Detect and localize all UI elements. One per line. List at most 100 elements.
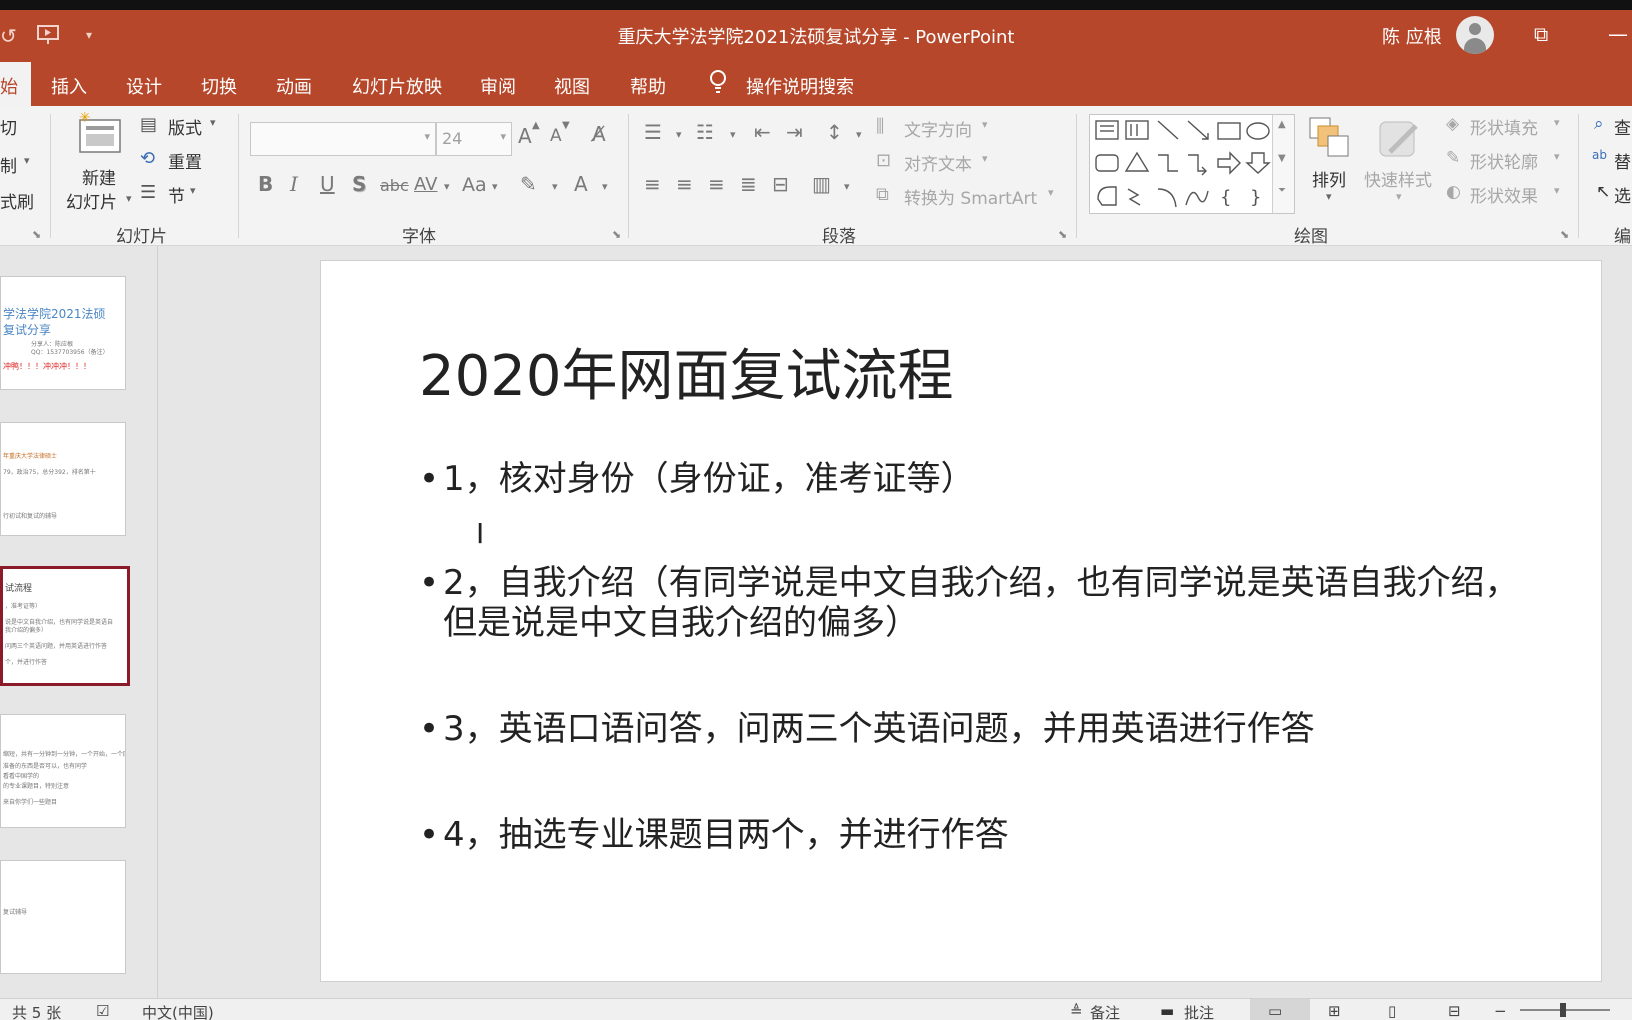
shape-fill-button[interactable]: 形状填充: [1470, 114, 1538, 139]
layout-button[interactable]: 版式: [168, 114, 202, 139]
cut-button[interactable]: 切: [0, 114, 17, 139]
convert-smartart-dropdown-icon[interactable]: ▾: [1048, 186, 1054, 199]
numbering-dropdown-icon[interactable]: ▾: [730, 128, 736, 141]
tab-review[interactable]: 审阅: [480, 73, 516, 99]
gallery-more-icon[interactable]: ⏷: [1278, 185, 1286, 196]
notes-icon[interactable]: ≜: [1070, 1002, 1083, 1020]
new-slide-dropdown-icon[interactable]: ▾: [126, 192, 132, 205]
paragraph-launcher-icon[interactable]: ⬊: [1058, 228, 1067, 241]
columns-icon[interactable]: ▥: [812, 172, 831, 196]
tab-design[interactable]: 设计: [126, 73, 162, 99]
grow-font-button[interactable]: A: [518, 124, 532, 148]
quick-styles-dropdown-icon[interactable]: ▾: [1396, 190, 1402, 203]
clear-formatting-icon[interactable]: A̸: [592, 122, 606, 146]
drawing-launcher-icon[interactable]: ⬊: [1560, 228, 1569, 241]
tab-transitions[interactable]: 切换: [201, 73, 237, 99]
arrange-dropdown-icon[interactable]: ▾: [1326, 190, 1332, 203]
bold-button[interactable]: B: [258, 172, 273, 196]
font-name-combo[interactable]: ▾: [250, 122, 436, 156]
new-slide-icon[interactable]: ✳: [76, 110, 124, 156]
gallery-down-icon[interactable]: ▼: [1278, 153, 1286, 164]
shrink-font-button[interactable]: A: [550, 126, 562, 146]
text-direction-dropdown-icon[interactable]: ▾: [982, 118, 988, 131]
arrange-button[interactable]: 排列: [1312, 166, 1346, 191]
new-slide-label-2[interactable]: 幻灯片: [66, 188, 117, 213]
replace-button[interactable]: 替: [1614, 148, 1631, 173]
line-spacing-dropdown-icon[interactable]: ▾: [856, 128, 862, 141]
gallery-up-icon[interactable]: ▲: [1278, 119, 1286, 130]
select-icon[interactable]: ↖: [1596, 182, 1610, 202]
user-name[interactable]: 陈 应根: [1382, 23, 1442, 49]
avatar[interactable]: [1456, 16, 1494, 54]
distributed-icon[interactable]: ⊟: [772, 172, 789, 196]
shapes-gallery[interactable]: { } ▲ ▼ ⏷: [1089, 114, 1295, 214]
align-text-button[interactable]: 对齐文本: [904, 150, 972, 175]
font-size-dropdown-icon[interactable]: ▾: [500, 130, 506, 143]
tab-home[interactable]: 始: [0, 62, 31, 106]
underline-button[interactable]: U: [320, 172, 335, 196]
slide-thumbnail-pane[interactable]: 学法学院2021法硕 复试分享 分享人：陈应根 QQ：1537703956（备注…: [0, 246, 158, 998]
shapes-gallery-scroll[interactable]: ▲ ▼ ⏷: [1272, 115, 1294, 213]
find-button[interactable]: 查: [1614, 114, 1631, 139]
slide-thumbnail-4[interactable]: 缩短，共有一分钟到一分钟，一个开始，一个回顾 准备的东西是否可以，也有同学 看看…: [0, 714, 126, 828]
bullets-icon[interactable]: ☰: [644, 120, 662, 144]
zoom-slider-thumb[interactable]: [1560, 1003, 1566, 1017]
clipboard-launcher-icon[interactable]: ⬊: [32, 228, 41, 241]
increase-indent-icon[interactable]: ⇥: [786, 120, 803, 144]
slideshow-view-icon[interactable]: ⊟: [1448, 1002, 1461, 1020]
select-button[interactable]: 选: [1614, 182, 1631, 207]
align-right-icon[interactable]: ≡: [708, 172, 725, 196]
highlight-icon[interactable]: ✎: [520, 172, 537, 196]
character-spacing-dropdown-icon[interactable]: ▾: [444, 180, 450, 193]
shape-fill-dropdown-icon[interactable]: ▾: [1554, 116, 1560, 129]
shape-outline-dropdown-icon[interactable]: ▾: [1554, 150, 1560, 163]
highlight-dropdown-icon[interactable]: ▾: [552, 180, 558, 193]
layout-dropdown-icon[interactable]: ▾: [210, 116, 216, 129]
accessibility-icon[interactable]: ☑: [96, 1002, 109, 1020]
character-spacing-button[interactable]: AV: [414, 174, 437, 195]
tab-animations[interactable]: 动画: [276, 73, 312, 99]
shape-outline-button[interactable]: 形状轮廓: [1470, 148, 1538, 173]
columns-dropdown-icon[interactable]: ▾: [844, 180, 850, 193]
decrease-indent-icon[interactable]: ⇤: [754, 120, 771, 144]
minimize-icon[interactable]: —: [1608, 22, 1628, 46]
shadow-button[interactable]: S: [352, 172, 366, 196]
zoom-out-icon[interactable]: −: [1494, 1002, 1507, 1020]
comments-button[interactable]: 批注: [1184, 1002, 1214, 1020]
shape-effects-dropdown-icon[interactable]: ▾: [1554, 184, 1560, 197]
copy-dropdown-icon[interactable]: ▾: [24, 154, 30, 167]
shapes-grid-icon[interactable]: { }: [1090, 115, 1272, 213]
slide-thumbnail-5[interactable]: 复试辅导: [0, 860, 126, 974]
tell-me-search[interactable]: 操作说明搜索: [746, 73, 854, 99]
tab-help[interactable]: 帮助: [630, 73, 666, 99]
strikethrough-button[interactable]: abc: [380, 176, 409, 195]
tab-insert[interactable]: 插入: [51, 73, 87, 99]
copy-button[interactable]: 制: [0, 152, 17, 177]
bullets-dropdown-icon[interactable]: ▾: [676, 128, 682, 141]
quick-styles-button[interactable]: 快速样式: [1364, 166, 1432, 191]
slide-sorter-icon[interactable]: ⊞: [1328, 1002, 1341, 1020]
convert-smartart-button[interactable]: 转换为 SmartArt: [904, 184, 1037, 209]
comments-icon[interactable]: ▬: [1160, 1002, 1174, 1020]
font-launcher-icon[interactable]: ⬊: [612, 228, 621, 241]
section-dropdown-icon[interactable]: ▾: [190, 184, 196, 197]
change-case-dropdown-icon[interactable]: ▾: [492, 180, 498, 193]
slide-bullet-2[interactable]: • 2，自我介绍（有同学说是中文自我介绍，也有同学说是英语自我介绍，但是说是中文…: [419, 563, 1539, 643]
tab-slideshow[interactable]: 幻灯片放映: [352, 73, 442, 99]
tab-view[interactable]: 视图: [554, 73, 590, 99]
slide-thumbnail-2[interactable]: 年重庆大学法律硕士 79，政治75，总分392，排名第十 行初试和复试的辅导: [0, 422, 126, 536]
normal-view-icon[interactable]: ▭: [1268, 1002, 1282, 1020]
slide-thumbnail-3-selected[interactable]: 试流程 ，准考证等） 说是中文自我介绍，也有同学说是英语自 我介绍的偏多） 问两…: [0, 566, 130, 686]
section-button[interactable]: 节: [168, 182, 185, 207]
justify-icon[interactable]: ≣: [740, 172, 757, 196]
arrange-icon[interactable]: [1308, 116, 1352, 160]
find-icon[interactable]: ⌕: [1594, 114, 1604, 134]
align-center-icon[interactable]: ≡: [676, 172, 693, 196]
text-direction-button[interactable]: 文字方向: [904, 116, 972, 141]
numbering-icon[interactable]: ☷: [696, 120, 714, 144]
slide-bullet-4[interactable]: • 4，抽选专业课题目两个，并进行作答: [419, 815, 1519, 855]
line-spacing-icon[interactable]: ↕: [826, 120, 843, 144]
font-name-dropdown-icon[interactable]: ▾: [424, 130, 430, 143]
align-text-dropdown-icon[interactable]: ▾: [982, 152, 988, 165]
align-left-icon[interactable]: ≡: [644, 172, 661, 196]
